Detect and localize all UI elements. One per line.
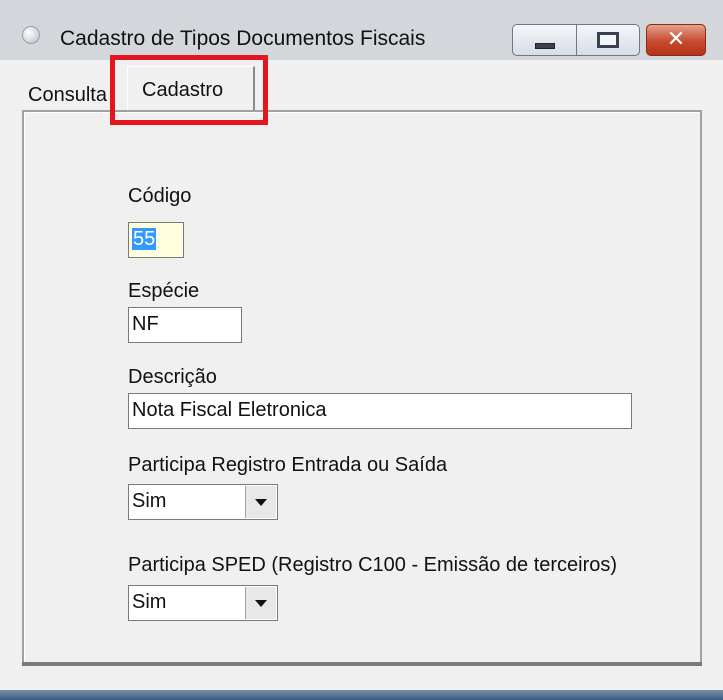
- tab-cadastro-label: Cadastro: [142, 79, 224, 101]
- app-window: Cadastro de Tipos Documentos Fiscais ✕ C…: [0, 0, 723, 700]
- participa-registro-value: Sim: [132, 490, 167, 512]
- maximize-button[interactable]: [576, 24, 640, 56]
- descricao-field[interactable]: Nota Fiscal Eletronica: [128, 393, 632, 429]
- maximize-icon: [597, 32, 619, 48]
- participa-sped-select[interactable]: Sim: [128, 585, 278, 621]
- dropdown-button[interactable]: [245, 587, 276, 619]
- window-title: Cadastro de Tipos Documentos Fiscais: [60, 27, 426, 50]
- close-button[interactable]: ✕: [646, 24, 706, 56]
- window-bottom-frame: [0, 690, 723, 700]
- especie-label: Espécie: [128, 280, 200, 302]
- minimize-icon: [534, 43, 555, 49]
- dropdown-button[interactable]: [245, 486, 276, 518]
- participa-registro-label: Participa Registro Entrada ou Saída: [128, 454, 448, 476]
- codigo-value: 55: [132, 228, 157, 250]
- participa-registro-select[interactable]: Sim: [128, 484, 278, 520]
- app-icon: [22, 26, 40, 44]
- descricao-label: Descrição: [128, 366, 217, 388]
- chevron-down-icon: [255, 498, 267, 506]
- participa-sped-value: Sim: [132, 591, 167, 613]
- codigo-field[interactable]: 55: [128, 222, 184, 258]
- close-icon: ✕: [666, 27, 686, 52]
- tab-cadastro[interactable]: Cadastro: [127, 66, 255, 110]
- especie-field[interactable]: NF: [128, 307, 242, 343]
- minimize-button[interactable]: [512, 24, 576, 56]
- cadastro-panel: [22, 110, 702, 666]
- chevron-down-icon: [255, 599, 267, 607]
- title-bar: Cadastro de Tipos Documentos Fiscais ✕: [0, 0, 723, 60]
- panel-divider: [22, 662, 702, 666]
- codigo-label: Código: [128, 185, 192, 207]
- participa-sped-label: Participa SPED (Registro C100 - Emissão …: [128, 554, 618, 576]
- tab-consulta[interactable]: Consulta: [28, 84, 107, 107]
